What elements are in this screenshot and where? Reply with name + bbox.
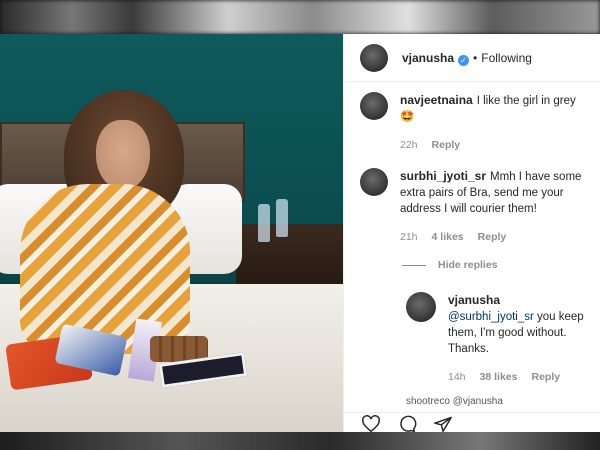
comment-icon[interactable] xyxy=(396,415,418,432)
person-face xyxy=(96,120,150,190)
comment-item: surbhi_jyoti_sr Mmh I have some extra pai… xyxy=(360,168,592,245)
separator-dot: • xyxy=(473,50,478,65)
reply-button[interactable]: Reply xyxy=(432,137,461,153)
comment-time[interactable]: 21h xyxy=(400,229,418,245)
commenter-avatar[interactable] xyxy=(360,92,388,120)
comment-body: navjeetnaina I like the girl in grey 🤩 22… xyxy=(400,92,592,153)
reply-time[interactable]: 14h xyxy=(448,369,466,385)
water-bottle xyxy=(258,204,270,242)
comment-text: I like the girl in grey xyxy=(476,95,576,107)
reply-likes[interactable]: 38 likes xyxy=(480,369,518,385)
comment-item: navjeetnaina I like the girl in grey 🤩 22… xyxy=(360,92,592,153)
reply-button[interactable]: Reply xyxy=(531,369,560,385)
post-photo xyxy=(0,34,343,432)
hide-replies-label: Hide replies xyxy=(438,259,498,271)
post-header: vjanusha ✓ • Following xyxy=(344,34,600,82)
comments-panel: vjanusha ✓ • Following navjeetnaina I like t… xyxy=(343,34,600,432)
instagram-post: vjanusha ✓ • Following navjeetnaina I like t… xyxy=(0,34,600,432)
verified-icon: ✓ xyxy=(458,54,470,66)
reply-meta: 14h 38 likes Reply xyxy=(448,369,588,385)
comment-emoji: 🤩 xyxy=(400,111,415,123)
action-bar xyxy=(344,412,600,432)
following-button[interactable]: Following xyxy=(481,51,532,65)
comment-username[interactable]: surbhi_jyoti_sr xyxy=(400,169,486,183)
reply-body: vjanusha @surbhi_jyoti_sr you keep them,… xyxy=(448,292,588,385)
comment-body: surbhi_jyoti_sr Mmh I have some extra pai… xyxy=(400,168,592,245)
share-icon[interactable] xyxy=(432,415,454,432)
reply-avatar[interactable] xyxy=(406,292,436,322)
reply-button[interactable]: Reply xyxy=(478,229,507,245)
commenter-avatar[interactable] xyxy=(360,168,388,196)
divider-line xyxy=(402,264,426,266)
comment-meta: 21h 4 likes Reply xyxy=(400,229,592,245)
comment-username[interactable]: navjeetnaina xyxy=(400,93,473,107)
author-username[interactable]: vjanusha xyxy=(402,51,454,65)
comment-meta: 22h Reply xyxy=(400,137,592,153)
reply-item: vjanusha @surbhi_jyoti_sr you keep them,… xyxy=(406,292,588,385)
reply-mention[interactable]: @surbhi_jyoti_sr xyxy=(448,311,534,323)
blurred-bottom-band xyxy=(0,432,600,450)
striped-cardigan xyxy=(20,184,190,354)
author-line: vjanusha ✓ • Following xyxy=(402,49,532,67)
blurred-top-band xyxy=(0,0,600,34)
heart-icon[interactable] xyxy=(360,415,382,432)
comment-time[interactable]: 22h xyxy=(400,137,418,153)
reply-username[interactable]: vjanusha xyxy=(448,293,500,307)
water-bottle xyxy=(276,199,288,237)
comment-likes[interactable]: 4 likes xyxy=(432,229,464,245)
hide-replies-toggle[interactable]: Hide replies xyxy=(402,259,498,271)
author-avatar[interactable] xyxy=(360,43,388,72)
next-comment-peek: shootreco @vjanusha xyxy=(406,396,503,406)
